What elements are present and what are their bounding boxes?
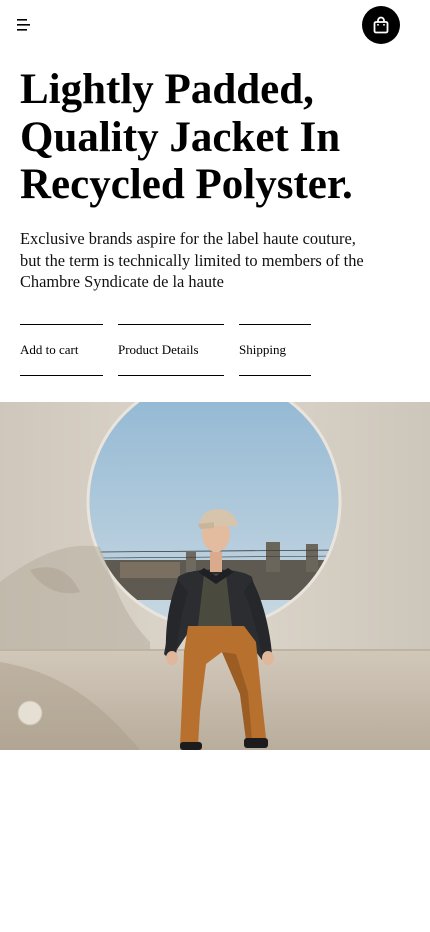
product-headline: Lightly Padded, Quality Jacket In Recycl… [20,66,353,208]
menu-button[interactable] [16,17,32,33]
product-description: Exclusive brands aspire for the label ha… [20,229,364,291]
product-details-link[interactable]: Product Details [118,324,224,376]
product-hero-image [0,402,430,750]
shopping-bag-button[interactable] [362,6,400,44]
shopping-bag-icon [373,16,389,34]
menu-icon [17,19,30,31]
shipping-link[interactable]: Shipping [239,324,311,376]
add-to-cart-link[interactable]: Add to cart [20,324,103,376]
